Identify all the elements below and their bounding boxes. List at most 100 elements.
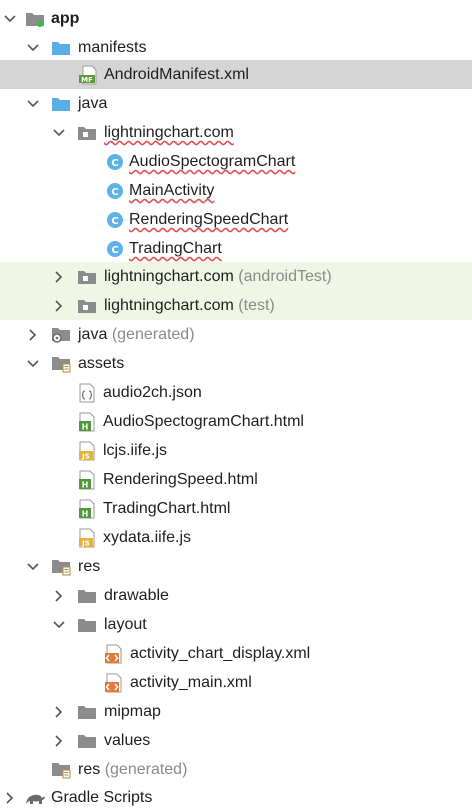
tree-label-asset-file: xydata.iife.js	[103, 529, 192, 546]
tree-label-class: TradingChart	[129, 240, 222, 257]
tree-row-class[interactable]: C AudioSpectogramChart	[0, 147, 472, 176]
tree-row-res-generated[interactable]: res (generated)	[0, 755, 472, 784]
tree-row-asset-file[interactable]: H AudioSpectogramChart.html	[0, 407, 472, 436]
tree-label-package-test: lightningchart.com (test)	[104, 291, 275, 320]
chevron-right-icon[interactable]	[51, 726, 67, 755]
package-name: lightningchart.com	[104, 268, 234, 285]
tree-row-assets[interactable]: assets	[0, 349, 472, 378]
tree-label-app: app	[51, 10, 80, 27]
tree-row-class[interactable]: C TradingChart	[0, 234, 472, 263]
tree-row-layout-file[interactable]: activity_main.xml	[0, 668, 472, 697]
svg-text:H: H	[82, 480, 89, 489]
svg-text:H: H	[82, 422, 89, 431]
tree-label-layout-file: activity_chart_display.xml	[130, 645, 311, 662]
tree-row-class[interactable]: C MainActivity	[0, 176, 472, 205]
tree-row-java[interactable]: java	[0, 89, 472, 118]
folder-icon	[50, 33, 72, 62]
project-tree: app manifests MF AndroidManifest.xml jav…	[0, 0, 472, 808]
tree-row-asset-file[interactable]: H RenderingSpeed.html	[0, 465, 472, 494]
chevron-down-icon[interactable]	[25, 349, 41, 378]
folder-icon	[50, 89, 72, 118]
tree-label-asset-file: audio2ch.json	[103, 384, 202, 401]
js-icon: JS	[76, 523, 98, 552]
manifest-file-icon: MF	[78, 60, 100, 89]
folder-icon	[76, 581, 98, 610]
folder-icon	[76, 726, 98, 755]
svg-text:C: C	[111, 245, 118, 256]
tree-label-manifests: manifests	[78, 39, 147, 56]
svg-text:C: C	[111, 187, 118, 198]
resource-folder-icon	[50, 349, 72, 378]
tree-row-java-generated[interactable]: java (generated)	[0, 320, 472, 349]
chevron-down-icon[interactable]	[2, 4, 18, 33]
package-icon	[76, 118, 98, 147]
tree-label-asset-file: RenderingSpeed.html	[103, 471, 258, 488]
package-icon	[76, 291, 98, 320]
tree-row-mipmap[interactable]: mipmap	[0, 697, 472, 726]
tree-row-asset-file[interactable]: audio2ch.json	[0, 378, 472, 407]
tree-label-java-generated: java (generated)	[78, 320, 195, 349]
class-icon: C	[104, 205, 126, 234]
xml-layout-icon	[103, 639, 125, 668]
chevron-down-icon[interactable]	[25, 552, 41, 581]
js-icon: JS	[76, 436, 98, 465]
chevron-right-icon[interactable]	[51, 581, 67, 610]
tree-label-class: AudioSpectogramChart	[129, 153, 296, 170]
tree-label-layout: layout	[104, 616, 147, 633]
chevron-right-icon[interactable]	[25, 320, 41, 349]
tree-row-android-manifest[interactable]: MF AndroidManifest.xml	[0, 60, 472, 89]
html-icon: H	[76, 494, 98, 523]
tree-row-asset-file[interactable]: JS xydata.iife.js	[0, 523, 472, 552]
svg-text:H: H	[82, 509, 89, 518]
chevron-right-icon[interactable]	[51, 697, 67, 726]
html-icon: H	[76, 465, 98, 494]
tree-label-asset-file: AudioSpectogramChart.html	[103, 413, 304, 430]
tree-row-package-test[interactable]: lightningchart.com (test)	[0, 291, 472, 320]
tree-row-layout-file[interactable]: activity_chart_display.xml	[0, 639, 472, 668]
tree-row-manifests[interactable]: manifests	[0, 33, 472, 62]
class-icon: C	[104, 176, 126, 205]
module-folder-icon	[24, 4, 46, 33]
tree-label-java: java	[78, 95, 108, 112]
xml-layout-icon	[103, 668, 125, 697]
folder-name: java	[78, 326, 108, 343]
tree-label-asset-file: TradingChart.html	[103, 500, 231, 517]
tree-label-assets: assets	[78, 355, 125, 372]
tree-label-android-manifest: AndroidManifest.xml	[104, 66, 249, 83]
tree-row-package-android-test[interactable]: lightningchart.com (androidTest)	[0, 262, 472, 291]
class-icon: C	[104, 147, 126, 176]
tree-row-layout[interactable]: layout	[0, 610, 472, 639]
tree-label-package-android-test: lightningchart.com (androidTest)	[104, 262, 332, 291]
resource-folder-icon	[50, 755, 72, 784]
chevron-right-icon[interactable]	[51, 291, 67, 320]
tree-label-res-generated: res (generated)	[78, 755, 187, 784]
svg-text:C: C	[111, 158, 118, 169]
svg-text:MF: MF	[81, 76, 93, 84]
tree-row-asset-file[interactable]: H TradingChart.html	[0, 494, 472, 523]
tree-label-class: MainActivity	[129, 182, 215, 199]
tree-row-asset-file[interactable]: JS lcjs.iife.js	[0, 436, 472, 465]
class-icon: C	[104, 234, 126, 263]
tree-row-app[interactable]: app	[0, 4, 472, 33]
tree-label-asset-file: lcjs.iife.js	[103, 442, 168, 459]
chevron-down-icon[interactable]	[25, 89, 41, 118]
folder-name: res	[78, 761, 101, 778]
tree-row-res[interactable]: res	[0, 552, 472, 581]
tree-row-package-main[interactable]: lightningchart.com	[0, 118, 472, 147]
tree-label-drawable: drawable	[104, 587, 169, 604]
chevron-down-icon[interactable]	[51, 118, 67, 147]
chevron-right-icon[interactable]	[51, 262, 67, 291]
chevron-down-icon[interactable]	[51, 610, 67, 639]
tree-row-class[interactable]: C RenderingSpeedChart	[0, 205, 472, 234]
package-name: lightningchart.com	[104, 297, 234, 314]
tree-label-res: res	[78, 558, 101, 575]
tree-row-drawable[interactable]: drawable	[0, 581, 472, 610]
folder-icon	[76, 610, 98, 639]
tree-label-package-main: lightningchart.com	[104, 124, 234, 141]
json-icon	[76, 378, 98, 407]
tree-row-values[interactable]: values	[0, 726, 472, 755]
html-icon: H	[76, 407, 98, 436]
chevron-down-icon[interactable]	[25, 33, 41, 62]
folder-suffix: (generated)	[104, 761, 188, 778]
package-suffix: (test)	[238, 297, 275, 314]
